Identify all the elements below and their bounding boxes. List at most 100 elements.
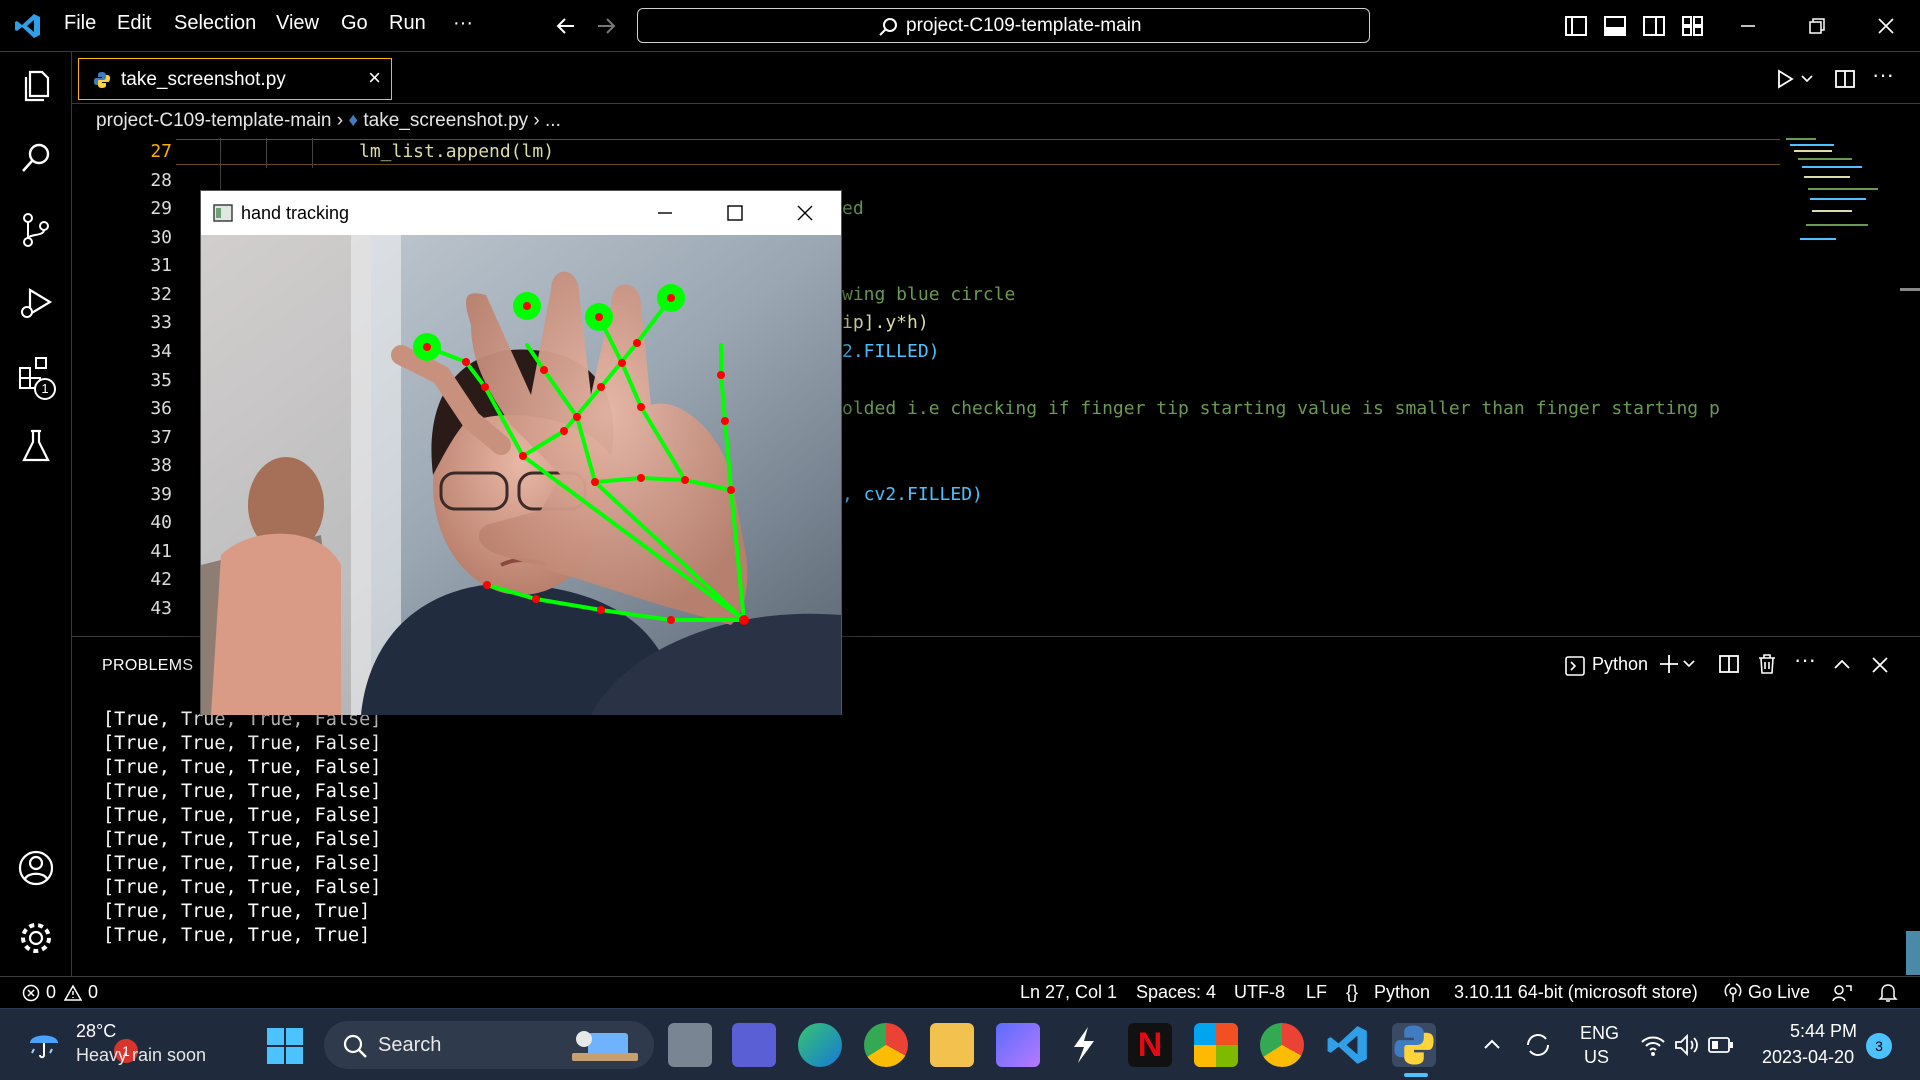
breadcrumb-more[interactable]: ... (545, 110, 561, 131)
file-explorer-icon[interactable] (930, 1023, 974, 1067)
warnings-count[interactable]: 0 (88, 982, 98, 1003)
microsoft-store-icon[interactable] (1194, 1023, 1238, 1067)
encoding[interactable]: UTF-8 (1234, 982, 1285, 1003)
line-number: 38 (150, 455, 172, 476)
source-control-icon[interactable] (16, 210, 56, 250)
explorer-icon[interactable] (16, 66, 56, 106)
windows-start-icon[interactable] (266, 1027, 304, 1065)
minimize-icon[interactable] (1736, 14, 1760, 38)
show-hidden-icons-chevron-icon[interactable] (1482, 1035, 1502, 1055)
command-center-search[interactable]: project-C109-template-main (637, 8, 1370, 43)
editor-more-actions-icon[interactable]: ··· (1872, 62, 1894, 88)
python-taskbar-icon[interactable] (1392, 1023, 1436, 1067)
terminal-output-line: [True, True, True, False] (103, 733, 382, 754)
toggle-panel-icon[interactable] (1603, 14, 1627, 38)
hand-tracking-window[interactable]: hand tracking (200, 190, 842, 715)
forward-arrow-icon[interactable] (594, 14, 618, 38)
language-indicator-bottom[interactable]: US (1584, 1047, 1609, 1068)
close-panel-icon[interactable] (1870, 655, 1890, 675)
task-view-icon[interactable] (668, 1023, 712, 1067)
taskbar-search[interactable]: Search (324, 1021, 654, 1069)
copilot-icon[interactable] (996, 1023, 1040, 1067)
menu-file[interactable]: File (64, 12, 96, 35)
errors-count[interactable]: 0 (46, 982, 56, 1003)
maximize-panel-chevron-up-icon[interactable] (1832, 655, 1852, 675)
line-endings[interactable]: LF (1306, 982, 1327, 1003)
menu-go[interactable]: Go (341, 12, 368, 35)
edge-browser-icon[interactable] (798, 1023, 842, 1067)
volume-icon[interactable] (1674, 1033, 1700, 1057)
language-mode[interactable]: Python (1374, 982, 1430, 1003)
accounts-icon[interactable] (16, 848, 56, 888)
python-file-icon (94, 72, 110, 88)
vscode-taskbar-icon[interactable] (1326, 1023, 1370, 1067)
cam-maximize-icon[interactable] (725, 203, 745, 223)
battery-icon[interactable] (1708, 1035, 1734, 1055)
cursor-position[interactable]: Ln 27, Col 1 (1020, 982, 1117, 1003)
warnings-icon[interactable] (64, 984, 82, 1002)
app-lightning-icon[interactable] (1062, 1023, 1106, 1067)
run-file-icon[interactable] (1774, 68, 1796, 90)
activity-bar: 1 (0, 52, 72, 976)
netflix-icon[interactable]: N (1128, 1023, 1172, 1067)
menu-more[interactable]: ··· (453, 12, 473, 35)
back-arrow-icon[interactable] (554, 14, 578, 38)
sync-icon[interactable] (1524, 1031, 1552, 1059)
close-window-icon[interactable] (1874, 14, 1898, 38)
split-terminal-icon[interactable] (1718, 653, 1740, 675)
python-interpreter[interactable]: 3.10.11 64-bit (microsoft store) (1454, 982, 1698, 1003)
settings-gear-icon[interactable] (16, 918, 56, 958)
new-terminal-plus-icon[interactable] (1658, 653, 1680, 675)
chrome-profile-icon[interactable] (1260, 1023, 1304, 1067)
feedback-icon[interactable] (1832, 983, 1852, 1003)
breadcrumb-file[interactable]: take_screenshot.py (363, 110, 528, 131)
go-live[interactable]: Go Live (1748, 982, 1810, 1003)
menu-selection[interactable]: Selection (174, 12, 256, 35)
title-bar: File Edit Selection View Go Run ··· proj… (0, 0, 1920, 52)
tab-take-screenshot[interactable]: take_screenshot.py × (78, 58, 392, 100)
menu-view[interactable]: View (276, 12, 319, 35)
tab-close-icon[interactable]: × (368, 65, 381, 91)
run-debug-icon[interactable] (16, 282, 56, 322)
restore-icon[interactable] (1805, 14, 1829, 38)
editor-scrollbar-thumb[interactable] (1900, 288, 1920, 291)
weather-desc[interactable]: Heavy rain soon (76, 1045, 206, 1066)
weather-temp[interactable]: 28°C (76, 1021, 116, 1042)
terminal-name[interactable]: Python (1592, 654, 1648, 675)
minimap[interactable] (1780, 134, 1900, 274)
kill-terminal-trash-icon[interactable] (1756, 653, 1778, 675)
menu-run[interactable]: Run (389, 12, 426, 35)
run-dropdown-chevron-icon[interactable] (1800, 72, 1814, 86)
notifications-bell-icon[interactable] (1878, 983, 1898, 1003)
clock-time[interactable]: 5:44 PM (1790, 1021, 1857, 1042)
search-sidebar-icon[interactable] (16, 138, 56, 178)
terminal-dropdown-chevron-icon[interactable] (1682, 657, 1696, 671)
customize-layout-icon[interactable] (1681, 14, 1705, 38)
terminal-scrollbar-thumb[interactable] (1906, 931, 1920, 975)
panel-more-actions-icon[interactable]: ··· (1794, 647, 1816, 673)
terminal-icon (1565, 656, 1585, 676)
split-editor-icon[interactable] (1834, 68, 1856, 90)
indent-guide (266, 138, 267, 168)
teams-chat-icon[interactable] (732, 1023, 776, 1067)
weather-rain-icon[interactable] (24, 1023, 64, 1063)
cam-close-icon[interactable] (795, 203, 815, 223)
menu-edit[interactable]: Edit (117, 12, 151, 35)
breadcrumb-folder[interactable]: project-C109-template-main (96, 110, 332, 131)
toggle-primary-sidebar-icon[interactable] (1564, 14, 1588, 38)
code-line-33: ip].y*h) (842, 312, 929, 333)
language-indicator-top[interactable]: ENG (1580, 1023, 1619, 1044)
search-icon (879, 18, 897, 36)
notification-count-badge[interactable]: 3 (1866, 1033, 1892, 1059)
hand-tracking-titlebar[interactable]: hand tracking (201, 191, 841, 235)
panel-tab-problems[interactable]: PROBLEMS (102, 657, 193, 675)
toggle-secondary-sidebar-icon[interactable] (1642, 14, 1666, 38)
breadcrumb-file-icon: ♦ (348, 110, 359, 131)
wifi-icon[interactable] (1640, 1033, 1666, 1057)
indentation[interactable]: Spaces: 4 (1136, 982, 1216, 1003)
testing-icon[interactable] (16, 426, 56, 466)
clock-date[interactable]: 2023-04-20 (1762, 1047, 1854, 1068)
cam-minimize-icon[interactable] (655, 203, 675, 223)
errors-icon[interactable] (22, 984, 40, 1002)
chrome-icon[interactable] (864, 1023, 908, 1067)
